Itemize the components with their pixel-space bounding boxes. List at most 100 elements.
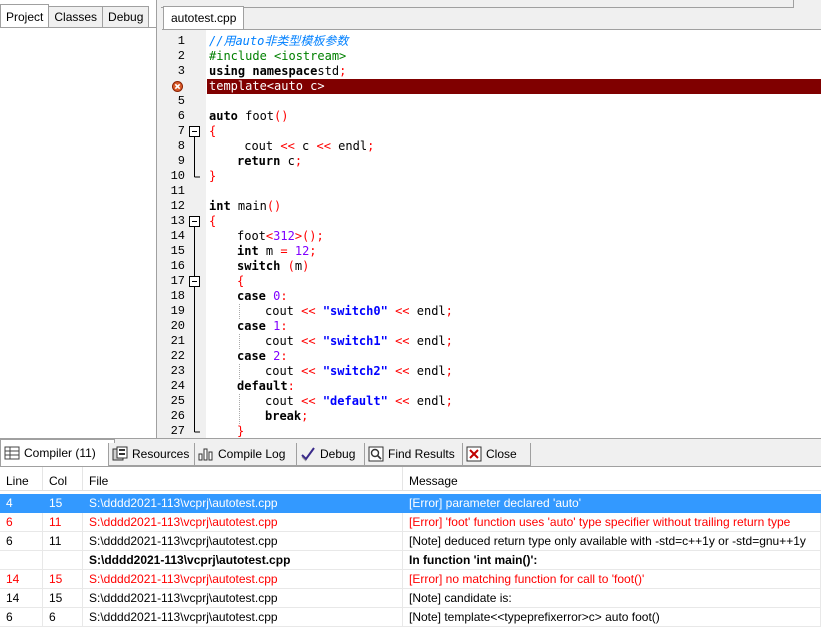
code-line[interactable]: 7{ (162, 124, 821, 139)
cell-line: 14 (0, 570, 43, 589)
code-line[interactable]: 12 int main() (162, 199, 821, 214)
table-row[interactable]: 6 6 S:\dddd2021-113\vcprj\autotest.cpp [Not… (0, 608, 821, 627)
code-line[interactable]: 2 #include <iostream> (162, 49, 821, 64)
project-panel: Project Classes Debug (0, 0, 157, 438)
tab-autotest-cpp[interactable]: autotest.cpp (163, 6, 245, 29)
code-line[interactable]: 10} (162, 169, 821, 184)
code-line[interactable]: 13 { (162, 214, 821, 229)
line-number: 26 (170, 409, 185, 423)
code-line[interactable]: 8 cout << c << endl; (162, 139, 821, 154)
error-marker-icon[interactable] (172, 81, 183, 92)
cell-line: 4 (0, 494, 43, 513)
tab-debug[interactable]: Debug (296, 443, 371, 466)
col-message-header[interactable]: Message (403, 467, 821, 490)
code-line[interactable]: 18 case 0: (162, 289, 821, 304)
code-token: "switch1" (322, 334, 388, 348)
fold-end-icon (194, 424, 200, 433)
tab-compile-log[interactable]: Compile Log (194, 443, 303, 466)
code-line[interactable]: 21 cout << "switch1" << endl; (162, 334, 821, 349)
code-token: //用auto非类型模板参数 (209, 34, 349, 48)
code-token: m (294, 259, 303, 273)
code-text: int main() (209, 199, 281, 214)
col-file-header[interactable]: File (83, 467, 403, 490)
tab-find-results[interactable]: Find Results (364, 443, 469, 466)
close-icon (466, 446, 482, 462)
code-line[interactable]: template<auto c> (162, 79, 821, 94)
table-row[interactable]: S:\dddd2021-113\vcprj\autotest.cpp In fun… (0, 551, 821, 570)
code-token: cout (265, 394, 302, 408)
fold-line-icon (194, 229, 195, 244)
code-line[interactable]: 22 case 2: (162, 349, 821, 364)
code-token: ; (445, 304, 453, 318)
code-token: using namespace (209, 64, 318, 78)
code-line[interactable]: 9 return c; (162, 154, 821, 169)
code-line[interactable]: 27} (162, 424, 821, 439)
code-token: std (317, 64, 340, 78)
code-line[interactable]: 16 switch (m) (162, 259, 821, 274)
line-number: 11 (170, 184, 185, 198)
code-token: int (237, 244, 259, 258)
code-line[interactable]: 3 using namespacestd; (162, 64, 821, 79)
cell-col (43, 551, 83, 570)
code-token: main (230, 199, 267, 213)
code-token: template<auto c> (209, 79, 325, 93)
code-line[interactable]: 14 foot<312>(); (162, 229, 821, 244)
table-row[interactable]: 6 11 S:\dddd2021-113\vcprj\autotest.cpp [No… (0, 532, 821, 551)
tab-resources[interactable]: Resources (108, 443, 201, 466)
tab-classes[interactable]: Classes (48, 6, 104, 27)
fold-line-icon (194, 139, 195, 154)
code-text: using namespacestd; (209, 64, 346, 79)
code-token: >(); (294, 229, 324, 243)
code-token: cout (265, 304, 302, 318)
project-tree[interactable] (0, 28, 156, 438)
code-line[interactable]: 15 int m = 12; (162, 244, 821, 259)
code-token: () (274, 109, 289, 123)
col-line-header[interactable]: Line (0, 467, 43, 490)
fold-toggle-icon[interactable] (187, 124, 203, 139)
code-token: 312 (273, 229, 295, 243)
col-col-header[interactable]: Col (43, 467, 83, 490)
line-number: 23 (170, 364, 185, 378)
code-text: return c; (237, 154, 302, 169)
code-line[interactable]: 26 break; (162, 409, 821, 424)
code-line[interactable]: 17 { (162, 274, 821, 289)
tab-debug-left[interactable]: Debug (102, 6, 150, 27)
cell-msg: [Note] template<<typeprefixerror>c> auto… (403, 608, 821, 627)
tab-compiler[interactable]: Compiler (11) (0, 439, 115, 467)
fold-line-icon (194, 379, 195, 394)
code-line[interactable]: 5 (162, 94, 821, 109)
code-line[interactable]: 11 (162, 184, 821, 199)
bottom-tabs-bar: Compiler (11) Resources Compile Log Debug Fi… (0, 438, 821, 467)
code-text: cout << "default" << endl; (265, 394, 453, 409)
cell-msg: [Error] no matching function for call to… (403, 570, 821, 589)
code-line[interactable]: 1 //用auto非类型模板参数 (162, 34, 821, 49)
code-line[interactable]: 24 default: (162, 379, 821, 394)
line-number: 8 (177, 139, 185, 153)
magnifier-icon (368, 446, 384, 462)
code-line[interactable]: 20 case 1: (162, 319, 821, 334)
table-row[interactable]: 6 11 S:\dddd2021-113\vcprj\autotest.cpp [Er… (0, 513, 821, 532)
code-token: << (316, 139, 331, 153)
code-line[interactable]: 25 cout << "default" << endl; (162, 394, 821, 409)
code-token: c (294, 139, 317, 153)
code-line[interactable]: 23 cout << "switch2" << endl; (162, 364, 821, 379)
table-row[interactable]: 14 15 S:\dddd2021-113\vcprj\autotest.cpp [N… (0, 589, 821, 608)
compiler-messages-table[interactable]: Line Col File Message 4 15 S:\dddd2021-113… (0, 466, 821, 629)
tab-project[interactable]: Project (0, 4, 50, 27)
code-line[interactable]: 19 cout << "switch0" << endl; (162, 304, 821, 319)
code-line[interactable]: 6 auto foot() (162, 109, 821, 124)
table-row[interactable]: 4 15 S:\dddd2021-113\vcprj\autotest.cpp [Er… (0, 494, 821, 513)
code-token: << (301, 334, 316, 348)
fold-toggle-icon[interactable] (187, 214, 203, 229)
table-row[interactable]: 14 15 S:\dddd2021-113\vcprj\autotest.cpp [E… (0, 570, 821, 589)
code-editor[interactable]: 1 //用auto非类型模板参数 2 #include <iostream> 3 usin… (162, 29, 821, 439)
code-text: cout << c << endl; (237, 139, 374, 154)
fold-toggle-icon[interactable] (187, 274, 203, 289)
code-token: ) (302, 259, 310, 273)
cell-file: S:\dddd2021-113\vcprj\autotest.cpp (83, 494, 403, 513)
fold-line-icon (194, 349, 195, 364)
tab-close[interactable]: Close (462, 443, 531, 466)
